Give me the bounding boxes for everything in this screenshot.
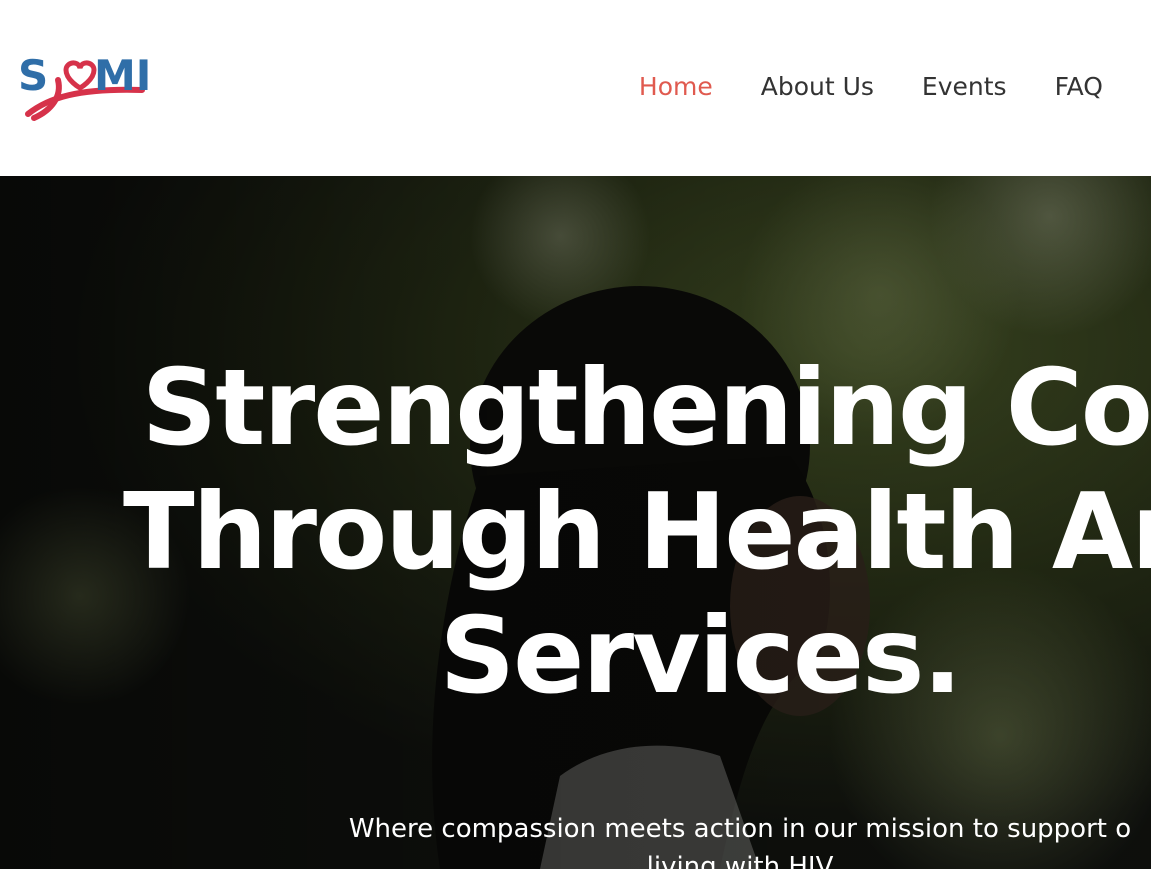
somi-logo[interactable]: S MI [18, 50, 148, 122]
nav-home-link[interactable]: Home [639, 72, 713, 101]
nav-about-us-link[interactable]: About Us [761, 72, 874, 101]
svg-text:S: S [18, 51, 48, 100]
hero-title-line-1: Strengthening Com [141, 347, 1151, 469]
nav-events-link[interactable]: Events [922, 72, 1007, 101]
hero-title-line-3: Services. [439, 595, 963, 717]
hero-title-line-2: Through Health And [122, 471, 1151, 593]
hero-subtitle-line-2: living with HIV [646, 852, 834, 869]
hero-title: Strengthening Com Through Health And Ser… [0, 346, 1151, 718]
svg-text:MI: MI [94, 51, 148, 100]
main-nav: Home About Us Events FAQ [591, 66, 1151, 106]
site-header: S MI Home About Us Events FAQ [0, 0, 1151, 176]
nav-faq-link[interactable]: FAQ [1055, 72, 1103, 101]
hero-subtitle-line-1: Where compassion meets action in our mis… [348, 814, 1132, 844]
hero-subtitle: Where compassion meets action in our mis… [0, 810, 1151, 869]
hero-section: Strengthening Com Through Health And Ser… [0, 176, 1151, 869]
somi-logo-icon: S MI [18, 51, 148, 121]
